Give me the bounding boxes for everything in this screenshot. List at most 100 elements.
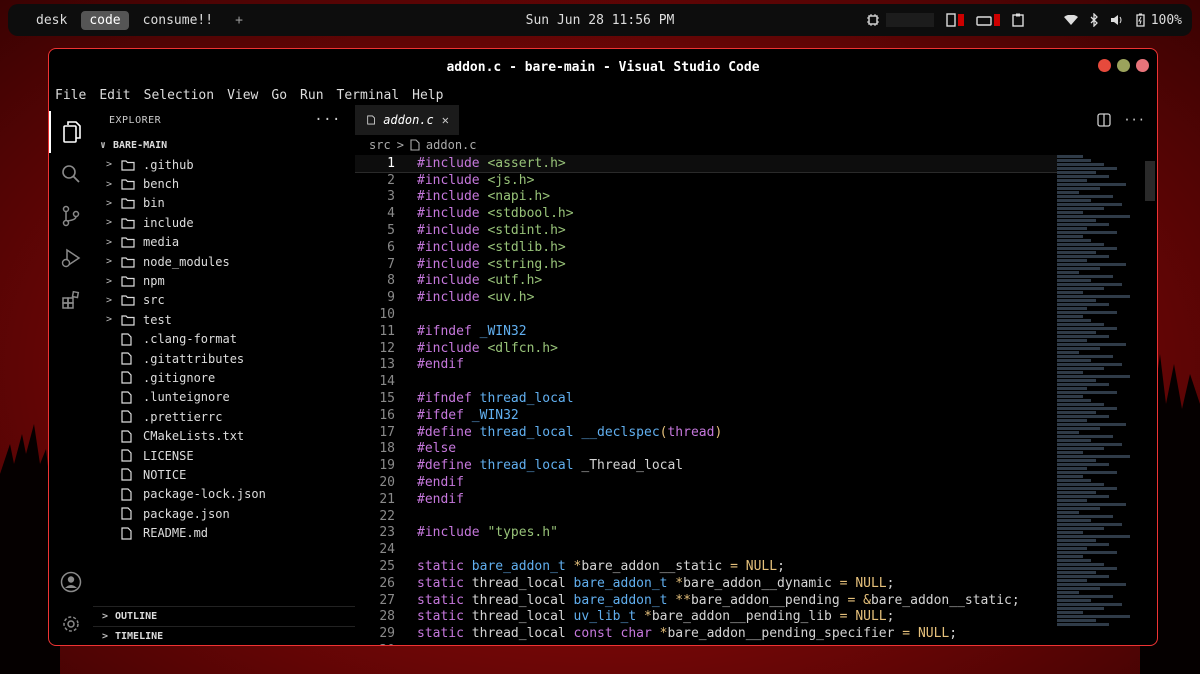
cpu-icon[interactable]	[866, 13, 934, 27]
add-workspace-button[interactable]: +	[227, 13, 251, 28]
minimap[interactable]	[1057, 155, 1143, 645]
explorer-more-button[interactable]: ···	[314, 112, 341, 128]
tree-folder[interactable]: > node_modules	[93, 252, 355, 271]
tree-file[interactable]: .prettierrc	[93, 407, 355, 426]
manage-gear-icon[interactable]	[49, 603, 93, 645]
editor-scrollbar[interactable]	[1145, 161, 1155, 201]
run-debug-icon[interactable]	[49, 237, 93, 279]
code-line[interactable]: 8 #include <utf.h>	[355, 273, 1057, 290]
menu-help[interactable]: Help	[412, 88, 443, 103]
code-line[interactable]: 18 #else	[355, 441, 1057, 458]
tree-folder[interactable]: > src	[93, 291, 355, 310]
wifi-icon[interactable]	[1063, 15, 1078, 25]
tree-file[interactable]: .lunteignore	[93, 388, 355, 407]
code-token: =	[730, 559, 746, 575]
battery-icon[interactable]: 100%	[1136, 13, 1182, 28]
code-line[interactable]: 29 static thread_local const char *bare_a…	[355, 625, 1057, 642]
clipboard-icon[interactable]	[1011, 13, 1024, 27]
tab-addon-c[interactable]: addon.c ✕	[355, 105, 459, 135]
tree-folder[interactable]: > include	[93, 213, 355, 232]
code-line[interactable]: 5 #include <stdint.h>	[355, 222, 1057, 239]
close-tab-button[interactable]: ✕	[442, 113, 449, 127]
menu-run[interactable]: Run	[300, 88, 323, 103]
code-line[interactable]: 14	[355, 373, 1057, 390]
volume-icon[interactable]	[1110, 14, 1124, 26]
extensions-icon[interactable]	[49, 279, 93, 321]
code-line[interactable]: 28 static thread_local uv_lib_t *bare_add…	[355, 609, 1057, 626]
code-line[interactable]: 27 static thread_local bare_addon_t **bar…	[355, 592, 1057, 609]
tree-folder[interactable]: > media	[93, 233, 355, 252]
minimize-window-button[interactable]	[1117, 59, 1130, 72]
code-line[interactable]: 19 #define thread_local _Thread_local	[355, 457, 1057, 474]
code-line[interactable]: 20 #endif	[355, 474, 1057, 491]
code-line[interactable]: 3 #include <napi.h>	[355, 189, 1057, 206]
menu-selection[interactable]: Selection	[144, 88, 214, 103]
code-line[interactable]: 1 #include <assert.h>	[355, 155, 1057, 173]
code-editor[interactable]: 1 #include <assert.h> 2 #include <js.h> 3 #in…	[355, 155, 1057, 645]
timeline-section[interactable]: > TIMELINE	[93, 626, 355, 645]
code-line[interactable]: 17 #define thread_local __declspec(thread…	[355, 424, 1057, 441]
code-line[interactable]: 22	[355, 508, 1057, 525]
breadcrumb-file[interactable]: addon.c	[426, 138, 477, 152]
code-line[interactable]: 10	[355, 306, 1057, 323]
bluetooth-icon[interactable]	[1090, 13, 1098, 27]
code-line[interactable]: 9 #include <uv.h>	[355, 289, 1057, 306]
tree-folder[interactable]: > npm	[93, 271, 355, 290]
menu-edit[interactable]: Edit	[99, 88, 130, 103]
tree-file[interactable]: package.json	[93, 504, 355, 523]
menu-file[interactable]: File	[55, 88, 86, 103]
workspace-desk[interactable]: desk	[28, 11, 75, 30]
workspace-consume[interactable]: consume!!	[135, 11, 221, 30]
code-line[interactable]: 7 #include <string.h>	[355, 256, 1057, 273]
tree-file[interactable]: CMakeLists.txt	[93, 426, 355, 445]
explorer-icon[interactable]	[49, 111, 93, 153]
tree-file[interactable]: .gitignore	[93, 368, 355, 387]
code-line[interactable]: 21 #endif	[355, 491, 1057, 508]
tree-folder[interactable]: > .github	[93, 155, 355, 174]
code-line[interactable]: 4 #include <stdbool.h>	[355, 205, 1057, 222]
code-line[interactable]: 11 #ifndef _WIN32	[355, 323, 1057, 340]
code-line[interactable]: 23 #include "types.h"	[355, 525, 1057, 542]
menu-terminal[interactable]: Terminal	[337, 88, 400, 103]
code-line[interactable]: 2 #include <js.h>	[355, 172, 1057, 189]
workspace-root-folder[interactable]: ∨ BARE-MAIN	[93, 135, 355, 155]
editor-more-button[interactable]: ···	[1123, 113, 1145, 130]
tree-file[interactable]: package-lock.json	[93, 485, 355, 504]
tree-file[interactable]: .clang-format	[93, 330, 355, 349]
accounts-icon[interactable]	[49, 561, 93, 603]
code-line[interactable]: 30	[355, 642, 1057, 645]
tree-folder[interactable]: > test	[93, 310, 355, 329]
close-window-button[interactable]	[1098, 59, 1111, 72]
search-icon[interactable]	[49, 153, 93, 195]
memory-icon[interactable]	[945, 13, 964, 27]
code-line[interactable]: 16 #ifdef _WIN32	[355, 407, 1057, 424]
maximize-window-button[interactable]	[1136, 59, 1149, 72]
code-line[interactable]: 6 #include <stdlib.h>	[355, 239, 1057, 256]
code-line[interactable]: 15 #ifndef thread_local	[355, 390, 1057, 407]
explorer-header: EXPLORER ···	[93, 105, 355, 135]
code-line[interactable]: 24	[355, 541, 1057, 558]
code-line[interactable]: 26 static thread_local bare_addon_t *bare…	[355, 575, 1057, 592]
line-number: 9	[387, 290, 395, 306]
code-token: ;	[886, 575, 895, 591]
tree-file[interactable]: NOTICE	[93, 465, 355, 484]
code-line[interactable]: 25 static bare_addon_t *bare_addon__stati…	[355, 558, 1057, 575]
source-control-icon[interactable]	[49, 195, 93, 237]
menu-go[interactable]: Go	[271, 88, 287, 103]
disk-icon[interactable]	[975, 14, 1000, 26]
tree-file[interactable]: README.md	[93, 523, 355, 542]
tree-folder[interactable]: > bin	[93, 194, 355, 213]
minimap-line	[1057, 215, 1131, 218]
tree-file[interactable]: LICENSE	[93, 446, 355, 465]
split-editor-icon[interactable]	[1097, 113, 1111, 130]
explorer-title: EXPLORER	[109, 114, 162, 126]
code-token: #include	[417, 340, 488, 356]
workspace-code[interactable]: code	[81, 10, 129, 30]
menu-view[interactable]: View	[227, 88, 258, 103]
tree-folder[interactable]: > bench	[93, 174, 355, 193]
tree-file[interactable]: .gitattributes	[93, 349, 355, 368]
code-line[interactable]: 13 #endif	[355, 357, 1057, 374]
code-line[interactable]: 12 #include <dlfcn.h>	[355, 340, 1057, 357]
breadcrumb-folder[interactable]: src	[369, 138, 391, 152]
outline-section[interactable]: > OUTLINE	[93, 606, 355, 625]
